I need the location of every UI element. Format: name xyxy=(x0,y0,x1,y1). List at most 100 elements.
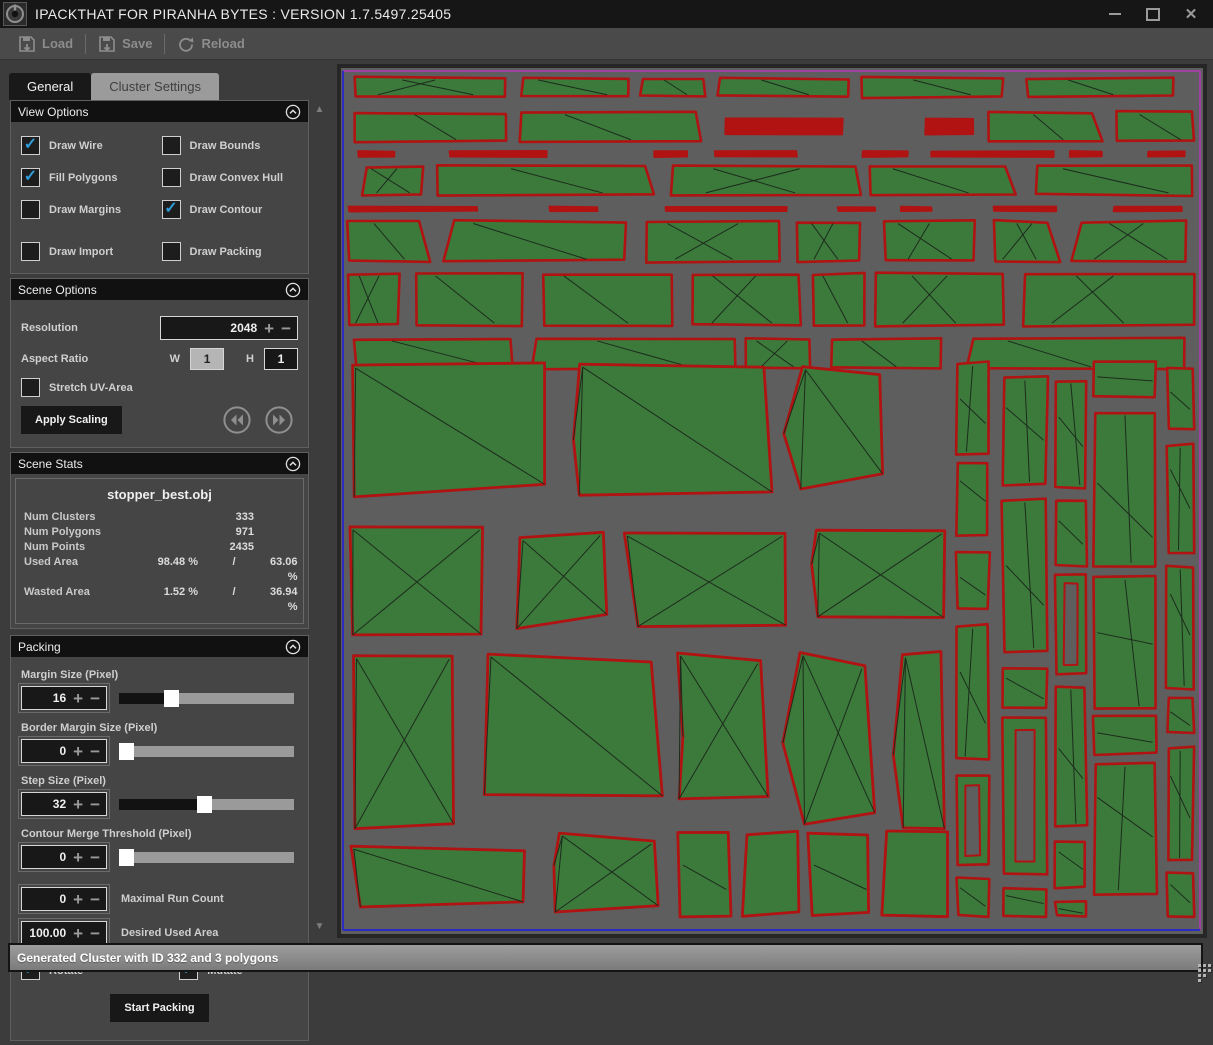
margin-size-stepper[interactable]: 16 + − xyxy=(21,686,107,710)
desired-used-area-increment-button[interactable]: + xyxy=(73,925,83,942)
contour-merge-threshold-value[interactable]: 0 xyxy=(28,850,66,864)
margin-size-label: Margin Size (Pixel) xyxy=(21,669,298,681)
draw-packing-checkbox[interactable]: ✓ xyxy=(162,242,181,261)
contour-merge-threshold-slider[interactable] xyxy=(119,852,294,863)
contour-merge-increment-button[interactable]: + xyxy=(73,849,83,866)
tab-cluster-settings[interactable]: Cluster Settings xyxy=(91,73,219,100)
border-margin-decrement-button[interactable]: − xyxy=(90,743,100,760)
resolution-decrement-button[interactable]: − xyxy=(281,320,291,337)
contour-merge-threshold-stepper[interactable]: 0 + − xyxy=(21,845,107,869)
view-options-header[interactable]: View Options xyxy=(11,101,308,122)
stretch-uv-area-checkbox[interactable]: ✓ xyxy=(21,378,40,397)
title-bar: IPACKTHAT FOR PIRANHA BYTES : VERSION 1.… xyxy=(0,0,1213,28)
tab-bar: General Cluster Settings xyxy=(9,73,219,100)
tab-general[interactable]: General xyxy=(9,73,91,100)
maximal-run-count-decrement-button[interactable]: − xyxy=(90,891,100,908)
resize-grip-icon[interactable] xyxy=(1196,962,1212,978)
margin-size-group: Margin Size (Pixel) 16 + − xyxy=(21,669,298,710)
slider-thumb[interactable] xyxy=(119,743,134,760)
maximal-run-count-increment-button[interactable]: + xyxy=(73,891,83,908)
apply-scaling-button[interactable]: Apply Scaling xyxy=(21,406,122,434)
desired-used-area-stepper[interactable]: 100.00 + − xyxy=(21,921,107,945)
border-margin-increment-button[interactable]: + xyxy=(73,743,83,760)
save-button[interactable]: Save xyxy=(88,31,162,57)
step-size-stepper[interactable]: 32 + − xyxy=(21,792,107,816)
slider-thumb[interactable] xyxy=(164,690,179,707)
checkbox-fill-polygons[interactable]: ✓ Fill Polygons xyxy=(21,168,158,187)
packing-header[interactable]: Packing xyxy=(11,636,308,657)
scroll-down-arrow-icon[interactable]: ▼ xyxy=(312,921,327,932)
step-size-group: Step Size (Pixel) 32 + − xyxy=(21,775,298,816)
contour-merge-decrement-button[interactable]: − xyxy=(90,849,100,866)
desired-used-area-value[interactable]: 100.00 xyxy=(28,926,66,940)
step-size-increment-button[interactable]: + xyxy=(73,796,83,813)
aspect-w-field[interactable]: 1 xyxy=(190,348,224,370)
uv-canvas[interactable] xyxy=(341,68,1203,934)
stretch-uv-area-label: Stretch UV-Area xyxy=(49,382,133,394)
margin-size-decrement-button[interactable]: − xyxy=(90,690,100,707)
checkbox-draw-margins[interactable]: ✓ Draw Margins xyxy=(21,200,158,219)
border-margin-size-value[interactable]: 0 xyxy=(28,744,66,758)
scene-stats-header[interactable]: Scene Stats xyxy=(11,453,308,474)
checkbox-draw-wire[interactable]: ✓ Draw Wire xyxy=(21,136,158,155)
history-forward-button[interactable] xyxy=(264,405,294,435)
margin-size-slider[interactable] xyxy=(119,693,294,704)
maximal-run-count-row: 0 + − Maximal Run Count xyxy=(21,887,298,911)
draw-convex-hull-checkbox[interactable]: ✓ xyxy=(162,168,181,187)
resolution-increment-button[interactable]: + xyxy=(264,320,274,337)
status-text: Generated Cluster with ID 332 and 3 poly… xyxy=(10,951,278,965)
margin-size-increment-button[interactable]: + xyxy=(73,690,83,707)
load-button[interactable]: Load xyxy=(8,31,83,57)
start-packing-button[interactable]: Start Packing xyxy=(110,994,208,1022)
contour-merge-threshold-group: Contour Merge Threshold (Pixel) 0 + − xyxy=(21,828,298,869)
scroll-up-arrow-icon[interactable]: ▲ xyxy=(312,104,327,115)
collapse-icon[interactable] xyxy=(285,456,301,472)
slider-thumb[interactable] xyxy=(119,849,134,866)
fill-polygons-label: Fill Polygons xyxy=(49,172,117,184)
draw-contour-checkbox[interactable]: ✓ xyxy=(162,200,181,219)
checkbox-stretch-uv-area[interactable]: ✓ Stretch UV-Area xyxy=(21,378,133,397)
scene-file-name: stopper_best.obj xyxy=(24,487,295,502)
desired-used-area-label: Desired Used Area xyxy=(121,927,218,939)
draw-bounds-checkbox[interactable]: ✓ xyxy=(162,136,181,155)
margin-size-value[interactable]: 16 xyxy=(28,691,66,705)
slider-thumb[interactable] xyxy=(197,796,212,813)
checkbox-draw-import[interactable]: ✓ Draw Import xyxy=(21,242,158,261)
checkbox-draw-packing[interactable]: ✓ Draw Packing xyxy=(162,242,299,261)
aspect-ratio-label: Aspect Ratio xyxy=(21,353,170,365)
border-margin-size-stepper[interactable]: 0 + − xyxy=(21,739,107,763)
close-button[interactable]: ✕ xyxy=(1183,6,1199,22)
checkbox-draw-convex-hull[interactable]: ✓ Draw Convex Hull xyxy=(162,168,299,187)
checkbox-draw-contour[interactable]: ✓ Draw Contour xyxy=(162,200,299,219)
fill-polygons-checkbox[interactable]: ✓ xyxy=(21,168,40,187)
step-size-slider[interactable] xyxy=(119,799,294,810)
resolution-value[interactable]: 2048 xyxy=(167,321,257,335)
desired-used-area-decrement-button[interactable]: − xyxy=(90,925,100,942)
view-options-body: ✓ Draw Wire ✓ Draw Bounds ✓ Fill Polygon… xyxy=(11,122,308,273)
aspect-h-field[interactable]: 1 xyxy=(264,348,298,370)
stat-separator: / xyxy=(198,585,270,615)
draw-margins-label: Draw Margins xyxy=(49,204,121,216)
collapse-icon[interactable] xyxy=(285,104,301,120)
collapse-icon[interactable] xyxy=(285,282,301,298)
toolbar: Load Save Reload xyxy=(0,28,1213,60)
collapse-icon[interactable] xyxy=(285,639,301,655)
stat-value-2: 63.06 % xyxy=(270,555,300,585)
border-margin-size-slider[interactable] xyxy=(119,746,294,757)
draw-margins-checkbox[interactable]: ✓ xyxy=(21,200,40,219)
maximal-run-count-value[interactable]: 0 xyxy=(28,892,66,906)
sidebar-scrollbar[interactable]: ▲ ▼ xyxy=(312,100,327,938)
maximize-button[interactable] xyxy=(1145,6,1161,22)
minimize-button[interactable] xyxy=(1107,6,1123,22)
draw-wire-checkbox[interactable]: ✓ xyxy=(21,136,40,155)
step-size-value[interactable]: 32 xyxy=(28,797,66,811)
history-back-button[interactable] xyxy=(222,405,252,435)
maximal-run-count-stepper[interactable]: 0 + − xyxy=(21,887,107,911)
draw-import-label: Draw Import xyxy=(49,246,113,258)
checkbox-draw-bounds[interactable]: ✓ Draw Bounds xyxy=(162,136,299,155)
step-size-decrement-button[interactable]: − xyxy=(90,796,100,813)
resolution-stepper[interactable]: 2048 + − xyxy=(160,316,298,340)
reload-button[interactable]: Reload xyxy=(167,31,254,57)
draw-import-checkbox[interactable]: ✓ xyxy=(21,242,40,261)
scene-options-header[interactable]: Scene Options xyxy=(11,279,308,300)
